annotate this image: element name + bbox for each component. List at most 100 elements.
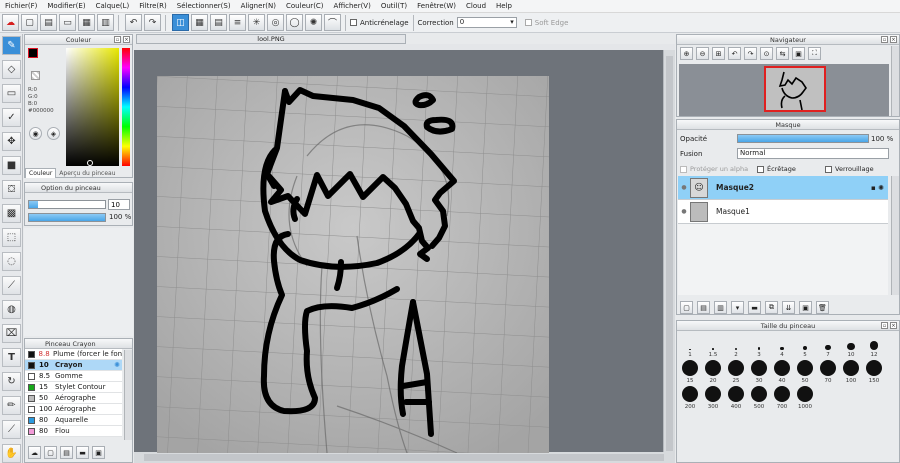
canvas-horizontal-scrollbar[interactable]: [134, 452, 675, 463]
layer-duplicate-icon[interactable]: ⧉: [765, 301, 778, 314]
brush-size-option[interactable]: 3: [748, 334, 770, 358]
brush-size-option[interactable]: 10: [840, 334, 862, 358]
rect-select-icon[interactable]: ▭: [2, 84, 21, 103]
stamp-tool-icon[interactable]: ⌧: [2, 324, 21, 343]
lasso-tool-icon[interactable]: ◌: [2, 252, 21, 271]
pencil-tool-icon[interactable]: ✏: [2, 396, 21, 415]
canvas-vertical-scrollbar[interactable]: [663, 50, 675, 453]
brush-size-option[interactable]: 2: [725, 334, 747, 358]
zoom-reset-icon[interactable]: ▣: [792, 47, 805, 60]
layer-row-masque2[interactable]: ● ☺ Masque2 ▪ ✺: [678, 176, 888, 200]
undo-icon[interactable]: ↶: [125, 14, 142, 31]
blur-tool-icon[interactable]: ◍: [2, 300, 21, 319]
rotate-reset-icon[interactable]: ⊙: [760, 47, 773, 60]
hand-tool-icon[interactable]: ✋: [2, 444, 21, 463]
line-tool-icon[interactable]: ≡: [229, 14, 246, 31]
layer-merge-icon[interactable]: ⇊: [782, 301, 795, 314]
open-file-icon[interactable]: ▤: [40, 14, 57, 31]
concentric-tool-icon[interactable]: ◎: [267, 14, 284, 31]
brush-cloud-icon[interactable]: ☁: [28, 446, 41, 459]
save-icon[interactable]: ▦: [78, 14, 95, 31]
redo-icon[interactable]: ↷: [144, 14, 161, 31]
navigator-scrollbar[interactable]: [891, 46, 899, 116]
brush-settings-icon[interactable]: ✺: [114, 361, 120, 369]
comment-icon[interactable]: ▭: [59, 14, 76, 31]
hue-slider[interactable]: [122, 48, 130, 166]
menu-item-10[interactable]: Cloud: [461, 2, 491, 10]
select-pen-icon[interactable]: ⬚: [2, 228, 21, 247]
radial-tool-icon[interactable]: ✳: [248, 14, 265, 31]
brush-size-option[interactable]: 1000: [794, 386, 816, 410]
menu-item-1[interactable]: Modifier(E): [42, 2, 90, 10]
tab-color[interactable]: Couleur: [25, 168, 57, 178]
brush-opacity-slider[interactable]: [28, 213, 106, 222]
brush-item[interactable]: 50 Aérographe: [25, 393, 122, 404]
layer-opacity-slider[interactable]: [737, 134, 869, 143]
circle-tool-icon[interactable]: ◯: [286, 14, 303, 31]
foreground-color-swatch[interactable]: [28, 48, 38, 58]
magic-wand-icon[interactable]: ✓: [2, 108, 21, 127]
new-vector-layer-icon[interactable]: ▤: [697, 301, 710, 314]
brush-size-option[interactable]: 400: [725, 386, 747, 410]
brush-item[interactable]: 8.8 Plume (forcer le fond): [25, 349, 122, 360]
brush-size-option[interactable]: 25: [725, 360, 747, 384]
brush-size-option[interactable]: 70: [817, 360, 839, 384]
menu-item-9[interactable]: Fenêtre(W): [412, 2, 461, 10]
fullscreen-icon[interactable]: ⛶: [808, 47, 821, 60]
brush-size-option[interactable]: 40: [771, 360, 793, 384]
cloud-icon[interactable]: ☁: [2, 14, 19, 31]
brush-size-option[interactable]: 15: [679, 360, 701, 384]
zoom-in-icon[interactable]: ⊕: [680, 47, 693, 60]
brush-size-option[interactable]: 1.5: [702, 334, 724, 358]
new-file-icon[interactable]: ▢: [21, 14, 38, 31]
rotate-tool-icon[interactable]: ↻: [2, 372, 21, 391]
fill-rect-icon[interactable]: ■: [2, 156, 21, 175]
brush-copy-icon[interactable]: ▤: [60, 446, 73, 459]
canvas-paper[interactable]: [157, 76, 549, 454]
antialias-checkbox[interactable]: [350, 19, 357, 26]
tab-brush-preview[interactable]: Aperçu du pinceau: [56, 169, 118, 178]
bucket-tool-icon[interactable]: ⛋: [2, 180, 21, 199]
gear-tool-icon[interactable]: ✺: [305, 14, 322, 31]
grid-tool-icon[interactable]: ▦: [191, 14, 208, 31]
layer-settings-icon[interactable]: ▪ ✺: [871, 184, 884, 192]
flip-icon[interactable]: ⇆: [776, 47, 789, 60]
menu-item-0[interactable]: Fichier(F): [0, 2, 42, 10]
brush-folder-icon[interactable]: ▬: [76, 446, 89, 459]
menu-item-8[interactable]: Outil(T): [376, 2, 412, 10]
menu-item-5[interactable]: Aligner(N): [236, 2, 281, 10]
brush-new-icon[interactable]: ▢: [44, 446, 57, 459]
saturation-value-picker[interactable]: [66, 48, 119, 166]
brush-size-input[interactable]: [108, 199, 130, 210]
menu-item-3[interactable]: Filtre(R): [134, 2, 172, 10]
brush-size-option[interactable]: 500: [748, 386, 770, 410]
layer-list-scrollbar[interactable]: [891, 176, 899, 295]
visibility-eye-icon[interactable]: ●: [678, 184, 690, 191]
brush-size-option[interactable]: 200: [679, 386, 701, 410]
layer-delete-icon[interactable]: 🗑: [816, 301, 829, 314]
brush-item[interactable]: 8.5 Gomme: [25, 371, 122, 382]
brush-size-option[interactable]: 5: [794, 334, 816, 358]
select-lasso-icon[interactable]: ◫: [172, 14, 189, 31]
brush-delete-icon[interactable]: ▣: [92, 446, 105, 459]
protect-alpha-option[interactable]: Protéger un alpha: [680, 165, 748, 173]
brush-item[interactable]: 80 Flou: [25, 426, 122, 437]
menu-item-4[interactable]: Sélectionner(S): [172, 2, 236, 10]
brush-size-slider[interactable]: [28, 200, 106, 209]
layer-menu-icon[interactable]: ▾: [731, 301, 744, 314]
brush-size-option[interactable]: 700: [771, 386, 793, 410]
export-icon[interactable]: ▥: [97, 14, 114, 31]
brush-item[interactable]: 80 Aquarelle: [25, 415, 122, 426]
brush-size-option[interactable]: 20: [702, 360, 724, 384]
brush-size-option[interactable]: 50: [794, 360, 816, 384]
layer-row-masque1[interactable]: ● Masque1: [678, 200, 888, 224]
brush-size-option[interactable]: 30: [748, 360, 770, 384]
clipping-option[interactable]: Écrêtage: [757, 165, 796, 173]
transparent-color-swatch[interactable]: [31, 71, 40, 80]
navigator-preview[interactable]: [679, 64, 889, 116]
brush-item[interactable]: 10 Crayon ✺: [25, 360, 122, 371]
zoom-fit-icon[interactable]: ⊞: [712, 47, 725, 60]
blend-mode-select[interactable]: Normal: [737, 148, 889, 159]
layer-folder-icon[interactable]: ▬: [748, 301, 761, 314]
lock-option[interactable]: Verrouillage: [825, 165, 874, 173]
